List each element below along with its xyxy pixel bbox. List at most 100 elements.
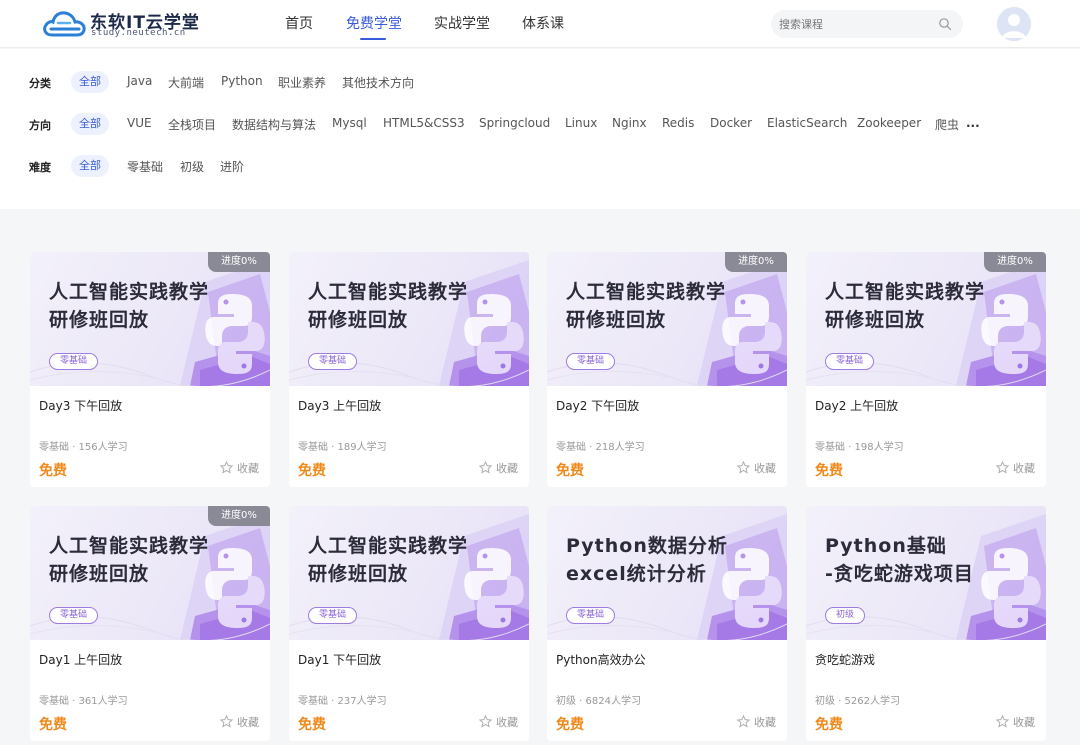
search-input[interactable] (779, 14, 929, 34)
thumbnail-title-line2: 研修班回放 (308, 563, 409, 585)
logo-subtitle: study.neutech.cn (91, 28, 186, 38)
filter-direction-option[interactable]: Linux (565, 116, 597, 130)
star-icon (479, 715, 492, 728)
filter-direction-option[interactable]: Springcloud (479, 116, 550, 130)
thumbnail-title-line1: 人工智能实践教学 (566, 281, 727, 303)
course-card[interactable]: 人工智能实践教学 研修班回放 零基础 进度0% Day2 下午回放 零基础 · … (547, 252, 787, 487)
course-thumbnail[interactable]: Python基础 -贪吃蛇游戏项目 初级 (806, 506, 1046, 640)
thumbnail-title-line2: -贪吃蛇游戏项目 (825, 563, 974, 585)
course-meta: 零基础 · 237人学习 (298, 696, 387, 707)
course-card[interactable]: 人工智能实践教学 研修班回放 零基础 Day1 下午回放 零基础 · 237人学… (289, 506, 529, 741)
nav-practice-school[interactable]: 实战学堂 (434, 13, 490, 33)
filter-direction-option[interactable]: Nginx (612, 116, 647, 130)
filter-category-option[interactable]: Python (221, 74, 263, 88)
filter-direction-more[interactable]: ... (966, 116, 980, 130)
thumbnail-level-tag: 零基础 (566, 353, 616, 370)
course-title[interactable]: Day2 下午回放 (556, 397, 639, 414)
filter-direction-option[interactable]: 数据结构与算法 (232, 116, 316, 133)
filter-panel: 分类 全部 Java 大前端 Python 职业素养 其他技术方向 方向 全部 … (0, 49, 1080, 209)
filter-direction-option[interactable]: ElasticSearch (767, 116, 847, 130)
course-price: 免费 (39, 463, 67, 479)
course-meta: 初级 · 5262人学习 (815, 696, 900, 707)
filter-direction-option[interactable]: Docker (710, 116, 752, 130)
course-title[interactable]: Day2 上午回放 (815, 397, 898, 414)
star-icon (479, 461, 492, 474)
filter-difficulty-option[interactable]: 零基础 (127, 158, 163, 175)
course-price: 免费 (556, 717, 584, 733)
course-title[interactable]: Day1 下午回放 (298, 651, 381, 668)
course-card[interactable]: Python基础 -贪吃蛇游戏项目 初级 贪吃蛇游戏 初级 · 5262人学习 … (806, 506, 1046, 741)
thumbnail-title: Python基础 -贪吃蛇游戏项目 (825, 532, 974, 588)
progress-badge: 进度0% (208, 252, 270, 272)
thumbnail-title: 人工智能实践教学 研修班回放 (825, 278, 985, 334)
thumbnail-title-line1: 人工智能实践教学 (308, 535, 469, 557)
thumbnail-title-line1: 人工智能实践教学 (49, 535, 210, 557)
thumbnail-title-line2: 研修班回放 (308, 309, 409, 331)
course-title[interactable]: Python高效办公 (556, 651, 646, 668)
filter-direction-all[interactable]: 全部 (71, 113, 109, 135)
user-avatar-icon (997, 7, 1031, 41)
course-card[interactable]: Python数据分析 excel统计分析 零基础 Python高效办公 初级 ·… (547, 506, 787, 741)
course-thumbnail[interactable]: 人工智能实践教学 研修班回放 零基础 进度0% (806, 252, 1046, 386)
search-box (771, 10, 963, 38)
filter-category-option[interactable]: Java (127, 74, 152, 88)
course-meta: 零基础 · 218人学习 (556, 442, 645, 453)
site-logo[interactable]: 东软IT云学堂 study.neutech.cn (42, 7, 202, 41)
course-title[interactable]: Day3 上午回放 (298, 397, 381, 414)
favorite-label: 收藏 (754, 716, 776, 729)
thumbnail-title-line2: 研修班回放 (49, 309, 150, 331)
course-meta: 零基础 · 189人学习 (298, 442, 387, 453)
favorite-label: 收藏 (237, 716, 259, 729)
thumbnail-title-line1: 人工智能实践教学 (49, 281, 210, 303)
course-thumbnail[interactable]: Python数据分析 excel统计分析 零基础 (547, 506, 787, 640)
course-meta: 零基础 · 198人学习 (815, 442, 904, 453)
nav-home[interactable]: 首页 (285, 13, 313, 33)
filter-direction-option[interactable]: Redis (662, 116, 694, 130)
course-title[interactable]: Day3 下午回放 (39, 397, 122, 414)
thumbnail-title: 人工智能实践教学 研修班回放 (308, 278, 468, 334)
favorite-label: 收藏 (237, 462, 259, 475)
filter-direction-option[interactable]: HTML5&CSS3 (383, 116, 465, 130)
course-title[interactable]: Day1 上午回放 (39, 651, 122, 668)
filter-difficulty-option[interactable]: 进阶 (220, 158, 244, 175)
course-thumbnail[interactable]: 人工智能实践教学 研修班回放 零基础 进度0% (547, 252, 787, 386)
user-avatar[interactable] (997, 7, 1031, 41)
filter-difficulty-option[interactable]: 初级 (180, 158, 204, 175)
filter-difficulty-all[interactable]: 全部 (71, 155, 109, 177)
thumbnail-title: 人工智能实践教学 研修班回放 (566, 278, 726, 334)
thumbnail-title-line1: Python数据分析 (566, 535, 728, 557)
thumbnail-level-tag: 零基础 (308, 607, 358, 624)
progress-badge: 进度0% (725, 252, 787, 272)
filter-category-option[interactable]: 其他技术方向 (342, 74, 414, 91)
course-title[interactable]: 贪吃蛇游戏 (815, 651, 875, 668)
filter-direction-option[interactable]: VUE (127, 116, 152, 130)
course-meta: 初级 · 6824人学习 (556, 696, 641, 707)
search-icon[interactable] (938, 17, 952, 31)
filter-category-option[interactable]: 职业素养 (278, 74, 326, 91)
course-thumbnail[interactable]: 人工智能实践教学 研修班回放 零基础 进度0% (30, 252, 270, 386)
course-card[interactable]: 人工智能实践教学 研修班回放 零基础 进度0% Day3 下午回放 零基础 · … (30, 252, 270, 487)
filter-category-all[interactable]: 全部 (71, 71, 109, 93)
favorite-label: 收藏 (1013, 716, 1035, 729)
course-thumbnail[interactable]: 人工智能实践教学 研修班回放 零基础 进度0% (30, 506, 270, 640)
filter-label-category: 分类 (29, 77, 51, 90)
filter-direction-option[interactable]: 全栈项目 (168, 116, 216, 133)
thumbnail-title-line2: 研修班回放 (825, 309, 926, 331)
course-card[interactable]: 人工智能实践教学 研修班回放 零基础 进度0% Day1 上午回放 零基础 · … (30, 506, 270, 741)
thumbnail-level-tag: 零基础 (308, 353, 358, 370)
filter-label-direction: 方向 (29, 119, 51, 132)
filter-category-option[interactable]: 大前端 (168, 74, 204, 91)
filter-direction-option[interactable]: 爬虫 (935, 116, 959, 133)
course-price: 免费 (298, 463, 326, 479)
nav-free-school[interactable]: 免费学堂 (346, 13, 402, 33)
course-thumbnail[interactable]: 人工智能实践教学 研修班回放 零基础 (289, 252, 529, 386)
course-card[interactable]: 人工智能实践教学 研修班回放 零基础 Day3 上午回放 零基础 · 189人学… (289, 252, 529, 487)
course-thumbnail[interactable]: 人工智能实践教学 研修班回放 零基础 (289, 506, 529, 640)
favorite-label: 收藏 (496, 462, 518, 475)
filter-direction-option[interactable]: Mysql (332, 116, 367, 130)
filter-direction-option[interactable]: Zookeeper (857, 116, 921, 130)
nav-system-course[interactable]: 体系课 (522, 13, 564, 33)
course-card[interactable]: 人工智能实践教学 研修班回放 零基础 进度0% Day2 上午回放 零基础 · … (806, 252, 1046, 487)
star-icon (220, 461, 233, 474)
course-price: 免费 (39, 717, 67, 733)
